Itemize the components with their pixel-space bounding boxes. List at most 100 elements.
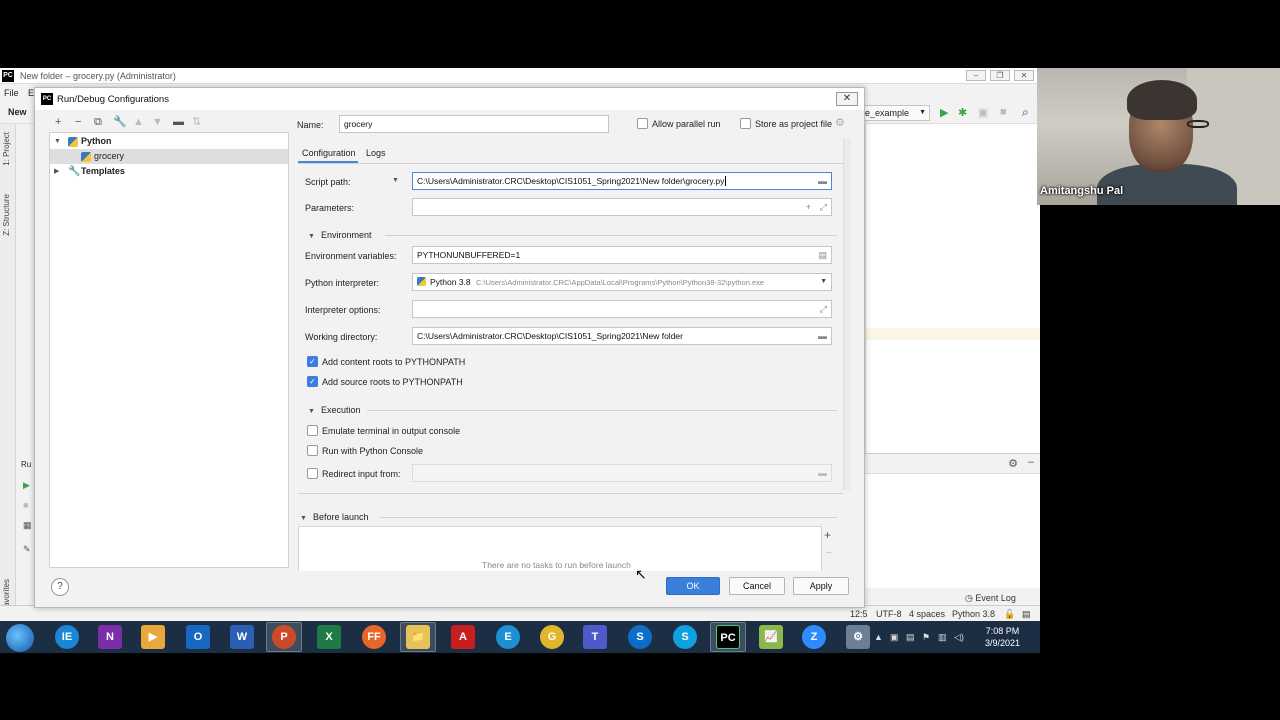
store-project-checkbox[interactable] [740, 118, 751, 129]
sort-icon[interactable]: ⇅ [192, 114, 201, 130]
env-vars-input[interactable]: PYTHONUNBUFFERED=1 ▤ [412, 246, 832, 264]
minimize-icon[interactable]: – [966, 70, 986, 81]
caret-position[interactable]: 12:5 [850, 609, 868, 619]
edit-env-icon[interactable]: ▤ [818, 247, 827, 263]
expand-right-icon[interactable]: ▶ [54, 164, 59, 179]
expand-down-icon[interactable]: ▼ [54, 134, 61, 149]
execution-section-header[interactable]: ▼ Execution [308, 404, 360, 418]
add-source-roots-checkbox[interactable]: ✓ [307, 376, 318, 387]
structure-tool-tab[interactable]: Z: Structure [2, 194, 11, 236]
volume-icon[interactable]: ◁) [954, 632, 964, 642]
run-tab-label[interactable]: Ru [21, 460, 31, 469]
folder-icon[interactable]: ▬ [173, 114, 184, 130]
tray-usb-icon[interactable]: ▤ [906, 632, 916, 642]
pycharm-taskbar-icon[interactable]: PC [716, 625, 740, 649]
remove-icon[interactable]: − [75, 114, 81, 130]
interpreter-select[interactable]: Python 3.8 C:\Users\Administrator.CRC\Ap… [412, 273, 832, 291]
name-input[interactable]: grocery [339, 115, 609, 133]
tab-logs[interactable]: Logs [366, 147, 386, 159]
tree-item-grocery[interactable]: grocery [50, 149, 288, 164]
tab-configuration[interactable]: Configuration [302, 147, 356, 159]
wrench-icon[interactable]: 🔧 [113, 114, 127, 130]
tree-item-python[interactable]: ▼ Python [50, 134, 288, 149]
chevron-down-icon[interactable]: ▼ [392, 177, 399, 184]
excel-icon[interactable]: X [317, 625, 341, 649]
move-down-icon[interactable]: ▼ [152, 114, 163, 130]
run-icon[interactable]: ▶ [940, 106, 948, 119]
media-player-icon[interactable]: ▶ [141, 625, 165, 649]
indent-setting[interactable]: 4 spaces [909, 609, 945, 619]
tree-item-templates[interactable]: ▶ 🔧 Templates [50, 164, 288, 179]
layout-icon[interactable]: ▦ [23, 520, 32, 531]
firefox-icon[interactable]: FF [362, 625, 386, 649]
pin-icon[interactable]: ✎ [23, 544, 31, 555]
search-icon[interactable]: ⌕ [1022, 105, 1029, 120]
remove-task-icon[interactable]: − [826, 548, 832, 559]
before-launch-tasks-list[interactable]: There are no tasks to run before launch [298, 526, 822, 571]
redirect-input-checkbox[interactable] [307, 468, 318, 479]
parameters-input[interactable]: + ⤢ [412, 198, 832, 216]
close-icon[interactable]: ✕ [1014, 70, 1034, 81]
redirect-input-field[interactable]: ▬ [412, 464, 832, 482]
ok-button[interactable]: OK [666, 577, 720, 595]
gear-icon[interactable]: ⚙ [1008, 457, 1018, 470]
run-config-selector[interactable]: le_example ▼ [858, 105, 930, 121]
word-icon[interactable]: W [230, 625, 254, 649]
gear-icon[interactable]: ⚙ [835, 116, 845, 129]
chart-app-icon[interactable]: 📈 [759, 625, 783, 649]
expand-icon[interactable]: ⤢ [820, 301, 827, 317]
before-launch-section-header[interactable]: ▼ Before launch [300, 511, 368, 525]
add-content-roots-checkbox[interactable]: ✓ [307, 356, 318, 367]
allow-parallel-checkbox[interactable] [637, 118, 648, 129]
file-explorer-icon[interactable]: 📁 [406, 625, 430, 649]
cancel-button[interactable]: Cancel [729, 577, 785, 595]
expand-icon[interactable]: ⤢ [820, 199, 827, 215]
breadcrumb-new-folder[interactable]: New [8, 107, 27, 117]
settings-app-icon[interactable]: ⚙ [846, 625, 870, 649]
folder-browse-icon[interactable]: ▬ [818, 173, 827, 189]
hide-panel-icon[interactable]: – [1028, 456, 1034, 468]
status-interpreter[interactable]: Python 3.8 [952, 609, 995, 619]
interp-options-input[interactable]: ⤢ [412, 300, 832, 318]
folder-browse-icon[interactable]: ▬ [818, 465, 827, 481]
file-encoding[interactable]: UTF-8 [876, 609, 902, 619]
folder-browse-icon[interactable]: ▬ [818, 328, 827, 344]
windows-start-button[interactable] [6, 624, 34, 652]
system-clock[interactable]: 7:08 PM 3/9/2021 [985, 625, 1020, 649]
edge-icon[interactable]: E [496, 625, 520, 649]
tray-app-icon[interactable]: ▣ [890, 632, 900, 642]
acrobat-icon[interactable]: A [451, 625, 475, 649]
chrome-icon[interactable]: G [540, 625, 564, 649]
menu-file[interactable]: File [4, 88, 19, 98]
copy-icon[interactable]: ⧉ [94, 114, 102, 130]
project-tool-tab[interactable]: 1: Project [2, 132, 11, 166]
debug-icon[interactable]: ✱ [958, 106, 967, 119]
skype-icon[interactable]: S [673, 625, 697, 649]
environment-section-header[interactable]: ▼ Environment [308, 229, 371, 243]
powerpoint-icon[interactable]: P [272, 625, 296, 649]
onenote-icon[interactable]: N [98, 625, 122, 649]
add-task-icon[interactable]: + [824, 528, 831, 542]
emulate-terminal-checkbox[interactable] [307, 425, 318, 436]
stop-run-icon[interactable]: ■ [23, 500, 28, 510]
zoom-icon[interactable]: Z [802, 625, 826, 649]
ie-icon[interactable]: IE [55, 625, 79, 649]
flag-icon[interactable]: ⚑ [922, 632, 932, 642]
skype-business-icon[interactable]: S [628, 625, 652, 649]
teams-icon[interactable]: T [583, 625, 607, 649]
rerun-icon[interactable]: ▶ [23, 480, 30, 491]
outlook-icon[interactable]: O [186, 625, 210, 649]
restore-icon[interactable]: ❐ [990, 70, 1010, 81]
vertical-scrollbar[interactable] [843, 138, 851, 490]
lock-icon[interactable]: 🔓 [1004, 609, 1015, 620]
memory-icon[interactable]: ▤ [1022, 609, 1031, 620]
add-macro-icon[interactable]: + [806, 199, 811, 215]
run-python-console-checkbox[interactable] [307, 445, 318, 456]
add-icon[interactable]: + [55, 114, 61, 130]
stop-icon[interactable]: ■ [1000, 106, 1007, 118]
apply-button[interactable]: Apply [793, 577, 849, 595]
network-icon[interactable]: ▥ [938, 632, 948, 642]
coverage-icon[interactable]: ▣ [978, 106, 988, 119]
tray-up-arrow-icon[interactable]: ▲ [874, 632, 884, 642]
script-path-input[interactable]: C:\Users\Administrator.CRC\Desktop\CIS10… [412, 172, 832, 190]
